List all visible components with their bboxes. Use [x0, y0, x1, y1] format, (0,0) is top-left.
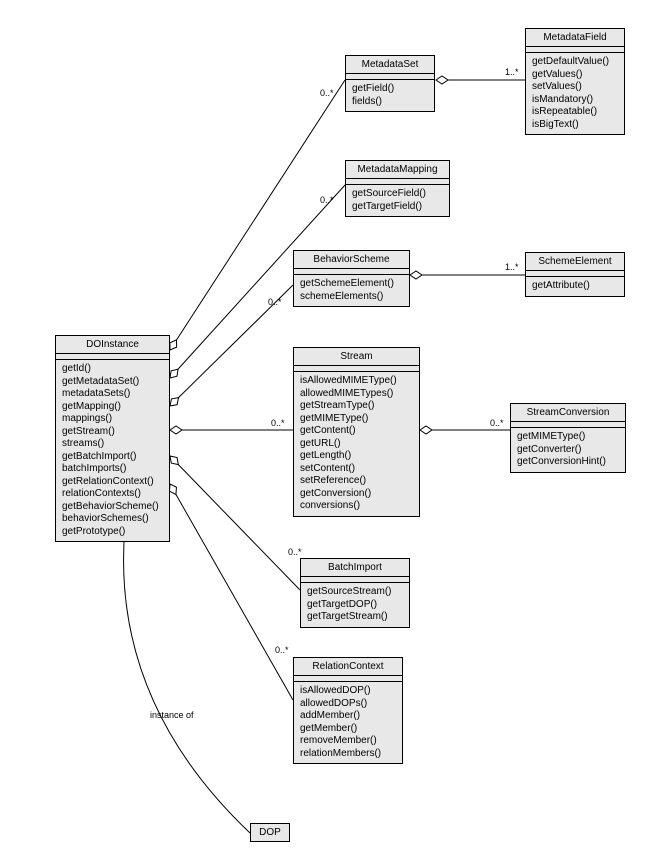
class-title: RelationContext [294, 658, 402, 676]
class-BehaviorScheme: BehaviorScheme getSchemeElement() scheme… [293, 250, 410, 307]
mult-relationcontext: 0..* [275, 645, 289, 655]
class-MetadataSet: MetadataSet getField() fields() [345, 55, 435, 112]
mult-metadatamapping: 0..* [320, 195, 334, 205]
class-title: Stream [294, 348, 419, 366]
class-ops: getMIMEType() getConverter() getConversi… [511, 428, 625, 472]
class-ops: getAttribute() [526, 277, 624, 296]
class-ops: getSourceStream() getTargetDOP() getTarg… [301, 583, 409, 627]
class-title: MetadataMapping [346, 161, 449, 179]
class-title: DOP [251, 824, 289, 841]
class-MetadataField: MetadataField getDefaultValue() getValue… [525, 28, 625, 135]
class-RelationContext: RelationContext isAllowedDOP() allowedDO… [293, 657, 403, 764]
class-ops: getSchemeElement() schemeElements() [294, 275, 409, 306]
mult-metadataset: 0..* [320, 88, 334, 98]
class-ops: isAllowedDOP() allowedDOPs() addMember()… [294, 682, 402, 763]
class-StreamConversion: StreamConversion getMIMEType() getConver… [510, 403, 626, 473]
mult-streamconversion: 0..* [490, 418, 504, 428]
class-ops: getSourceField() getTargetField() [346, 185, 449, 216]
class-ops: getId() getMetadataSet() metadataSets() … [56, 360, 169, 541]
class-Stream: Stream isAllowedMIMEType() allowedMIMETy… [293, 347, 420, 517]
class-ops: getDefaultValue() getValues() setValues(… [526, 53, 624, 134]
class-DOInstance: DOInstance getId() getMetadataSet() meta… [55, 335, 170, 542]
class-BatchImport: BatchImport getSourceStream() getTargetD… [300, 558, 410, 628]
class-title: MetadataField [526, 29, 624, 47]
class-MetadataMapping: MetadataMapping getSourceField() getTarg… [345, 160, 450, 217]
class-ops: isAllowedMIMEType() allowedMIMETypes() g… [294, 372, 419, 516]
class-SchemeElement: SchemeElement getAttribute() [525, 252, 625, 297]
class-title: BehaviorScheme [294, 251, 409, 269]
class-ops: getField() fields() [346, 80, 434, 111]
label-instance-of: instance of [150, 710, 194, 720]
mult-metadatafield: 1..* [505, 67, 519, 77]
mult-stream: 0..* [271, 418, 285, 428]
class-title: StreamConversion [511, 404, 625, 422]
class-DOP: DOP [250, 823, 290, 842]
class-title: SchemeElement [526, 253, 624, 271]
mult-schemeelement: 1..* [505, 262, 519, 272]
mult-batchimport: 0..* [288, 547, 302, 557]
class-title: BatchImport [301, 559, 409, 577]
class-title: MetadataSet [346, 56, 434, 74]
class-title: DOInstance [56, 336, 169, 354]
mult-behaviorscheme: 0..* [268, 297, 282, 307]
